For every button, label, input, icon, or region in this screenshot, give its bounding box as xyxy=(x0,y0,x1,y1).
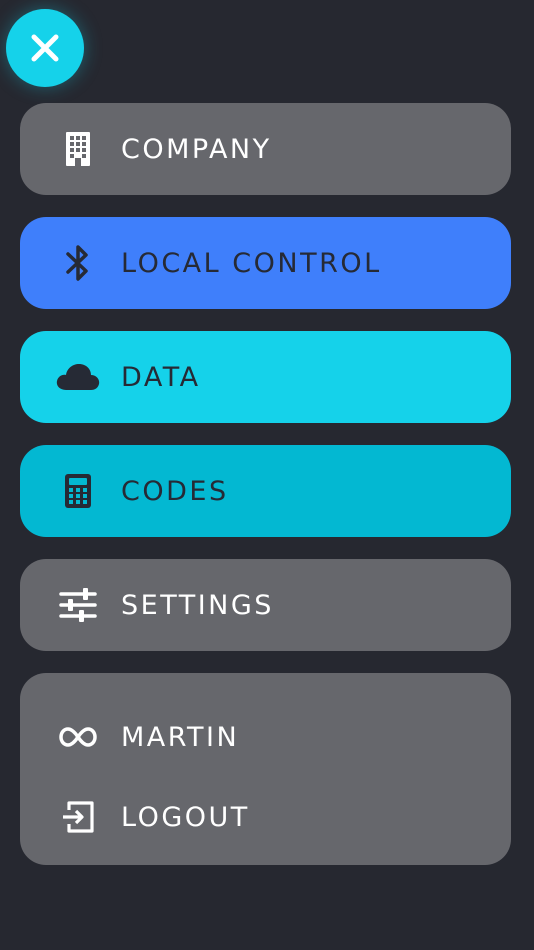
user-profile[interactable]: MARTIN xyxy=(20,709,511,765)
close-menu-button[interactable] xyxy=(6,9,84,87)
bluetooth-icon xyxy=(56,241,100,285)
menu-item-codes[interactable]: CODES xyxy=(20,445,511,537)
menu-item-company[interactable]: COMPANY xyxy=(20,103,511,195)
menu-item-label: COMPANY xyxy=(121,133,272,165)
menu-item-label: DATA xyxy=(121,361,201,393)
infinity-icon xyxy=(56,715,100,759)
close-icon xyxy=(31,34,59,62)
menu-item-data[interactable]: DATA xyxy=(20,331,511,423)
menu-item-label: CODES xyxy=(121,475,229,507)
logout-button[interactable]: LOGOUT xyxy=(20,789,511,845)
menu-item-label: LOCAL CONTROL xyxy=(121,247,382,279)
calculator-icon xyxy=(56,469,100,513)
user-card: MARTIN LOGOUT xyxy=(20,673,511,865)
cloud-icon xyxy=(56,355,100,399)
logout-icon xyxy=(56,795,100,839)
sliders-icon xyxy=(56,583,100,627)
menu-item-local-control[interactable]: LOCAL CONTROL xyxy=(20,217,511,309)
user-name: MARTIN xyxy=(121,721,240,753)
menu-item-label: SETTINGS xyxy=(121,589,274,621)
logout-label: LOGOUT xyxy=(121,801,250,833)
menu-item-settings[interactable]: SETTINGS xyxy=(20,559,511,651)
building-icon xyxy=(56,127,100,171)
